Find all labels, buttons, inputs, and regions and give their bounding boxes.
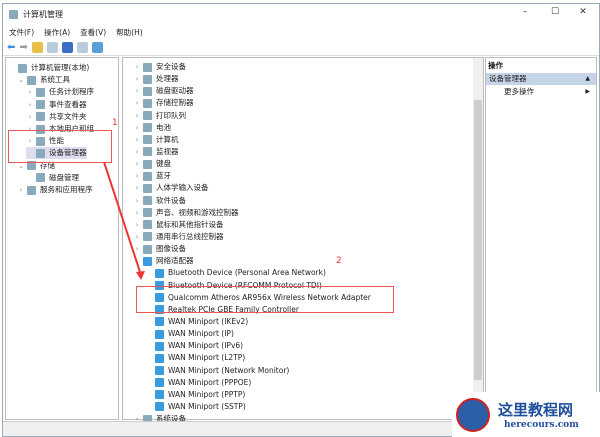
- annotation-arrow: [103, 161, 145, 280]
- watermark-en: herecours.com: [504, 420, 579, 430]
- annotation-label-2: 2: [336, 256, 342, 266]
- watermark-z-icon: [456, 397, 490, 432]
- watermark-cn: 这里教程网: [498, 401, 574, 419]
- watermark-logo: 这里教程网 herecours.com: [452, 392, 600, 437]
- annotation-box-2: [136, 286, 394, 313]
